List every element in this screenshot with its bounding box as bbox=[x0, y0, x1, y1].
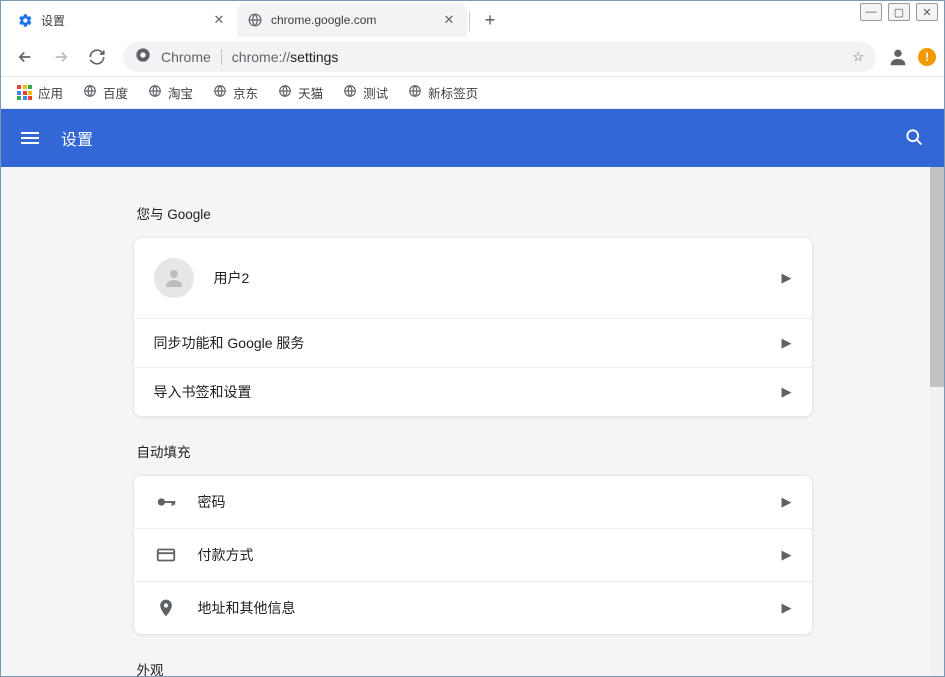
bookmark-tmall[interactable]: 天猫 bbox=[270, 79, 331, 106]
location-pin-icon bbox=[154, 596, 178, 620]
bookmarks-bar: 应用 百度 淘宝 京东 天猫 测试 新标签页 bbox=[1, 77, 944, 109]
minimize-button[interactable]: — bbox=[860, 3, 882, 21]
chevron-right-icon: ▶ bbox=[782, 270, 792, 286]
alert-badge-icon[interactable]: ! bbox=[918, 48, 936, 66]
address-origin: Chrome bbox=[161, 49, 211, 65]
bookmark-label: 应用 bbox=[38, 83, 63, 102]
row-import[interactable]: 导入书签和设置 ▶ bbox=[134, 367, 812, 416]
tab-title: 设置 bbox=[41, 12, 203, 29]
globe-icon bbox=[83, 84, 97, 101]
page-title: 设置 bbox=[61, 126, 93, 150]
row-user[interactable]: 用户2 ▶ bbox=[134, 238, 812, 318]
card-autofill: 密码 ▶ 付款方式 ▶ 地址和其他信息 ▶ bbox=[133, 475, 813, 635]
close-tab-icon[interactable]: ✕ bbox=[211, 12, 227, 28]
tab-title: chrome.google.com bbox=[271, 13, 433, 27]
vertical-scrollbar[interactable] bbox=[930, 167, 944, 676]
row-label: 导入书签和设置 bbox=[154, 382, 762, 402]
address-url: chrome://settings bbox=[232, 49, 339, 65]
bookmark-star-icon[interactable]: ☆ bbox=[852, 49, 864, 65]
search-button[interactable] bbox=[904, 127, 924, 150]
chevron-right-icon: ▶ bbox=[782, 547, 792, 563]
toolbar-right: ! bbox=[886, 45, 936, 69]
row-payment[interactable]: 付款方式 ▶ bbox=[134, 528, 812, 581]
row-label: 同步功能和 Google 服务 bbox=[154, 333, 762, 353]
toolbar: Chrome chrome://settings ☆ ! bbox=[1, 37, 944, 77]
bookmark-label: 新标签页 bbox=[428, 83, 478, 102]
bookmark-apps[interactable]: 应用 bbox=[9, 79, 71, 106]
bookmark-newtab[interactable]: 新标签页 bbox=[400, 79, 486, 106]
address-separator bbox=[221, 49, 222, 65]
url-path: settings bbox=[290, 49, 338, 65]
section-title-you-and-google: 您与 Google bbox=[137, 203, 809, 223]
profile-button[interactable] bbox=[886, 45, 910, 69]
bookmark-label: 淘宝 bbox=[168, 83, 193, 102]
row-passwords[interactable]: 密码 ▶ bbox=[134, 476, 812, 528]
url-scheme: chrome:// bbox=[232, 49, 290, 65]
gear-icon bbox=[17, 12, 33, 28]
row-label: 用户2 bbox=[214, 268, 762, 288]
back-button[interactable] bbox=[9, 41, 41, 73]
row-sync[interactable]: 同步功能和 Google 服务 ▶ bbox=[134, 318, 812, 367]
row-label: 密码 bbox=[198, 492, 762, 512]
close-tab-icon[interactable]: ✕ bbox=[441, 12, 457, 28]
chevron-right-icon: ▶ bbox=[782, 494, 792, 510]
menu-button[interactable] bbox=[21, 132, 39, 144]
credit-card-icon bbox=[154, 543, 178, 567]
maximize-button[interactable]: ▢ bbox=[888, 3, 910, 21]
chevron-right-icon: ▶ bbox=[782, 384, 792, 400]
section-title-autofill: 自动填充 bbox=[137, 441, 809, 461]
section-title-appearance: 外观 bbox=[137, 659, 809, 676]
row-label: 付款方式 bbox=[198, 545, 762, 565]
bookmark-baidu[interactable]: 百度 bbox=[75, 79, 136, 106]
globe-icon bbox=[343, 84, 357, 101]
card-you-and-google: 用户2 ▶ 同步功能和 Google 服务 ▶ 导入书签和设置 ▶ bbox=[133, 237, 813, 417]
row-addresses[interactable]: 地址和其他信息 ▶ bbox=[134, 581, 812, 634]
scrollbar-thumb[interactable] bbox=[930, 167, 944, 387]
tab-settings[interactable]: 设置 ✕ bbox=[7, 3, 237, 37]
apps-icon bbox=[17, 85, 32, 100]
tab-strip: 设置 ✕ chrome.google.com ✕ + bbox=[1, 1, 944, 37]
address-bar[interactable]: Chrome chrome://settings ☆ bbox=[123, 42, 876, 72]
key-icon bbox=[154, 490, 178, 514]
bookmark-label: 京东 bbox=[233, 83, 258, 102]
bookmark-label: 天猫 bbox=[298, 83, 323, 102]
globe-icon bbox=[408, 84, 422, 101]
row-label: 地址和其他信息 bbox=[198, 598, 762, 618]
bookmark-test[interactable]: 测试 bbox=[335, 79, 396, 106]
content-area: 您与 Google 用户2 ▶ 同步功能和 Google 服务 ▶ 导入书签和设… bbox=[1, 167, 944, 676]
new-tab-button[interactable]: + bbox=[476, 6, 504, 34]
bookmark-taobao[interactable]: 淘宝 bbox=[140, 79, 201, 106]
tab-chrome-google[interactable]: chrome.google.com ✕ bbox=[237, 3, 467, 37]
tab-separator bbox=[469, 11, 470, 31]
globe-icon bbox=[247, 12, 263, 28]
close-window-button[interactable]: ✕ bbox=[916, 3, 938, 21]
window-controls: — ▢ ✕ bbox=[860, 3, 938, 21]
settings-header: 设置 bbox=[1, 109, 944, 167]
chevron-right-icon: ▶ bbox=[782, 335, 792, 351]
browser-window: — ▢ ✕ 设置 ✕ chrome.google.com ✕ + bbox=[0, 0, 945, 677]
reload-button[interactable] bbox=[81, 41, 113, 73]
chrome-logo-icon bbox=[135, 47, 151, 66]
globe-icon bbox=[148, 84, 162, 101]
globe-icon bbox=[278, 84, 292, 101]
avatar-icon bbox=[154, 258, 194, 298]
bookmark-label: 百度 bbox=[103, 83, 128, 102]
bookmark-jd[interactable]: 京东 bbox=[205, 79, 266, 106]
forward-button[interactable] bbox=[45, 41, 77, 73]
bookmark-label: 测试 bbox=[363, 83, 388, 102]
globe-icon bbox=[213, 84, 227, 101]
chevron-right-icon: ▶ bbox=[782, 600, 792, 616]
